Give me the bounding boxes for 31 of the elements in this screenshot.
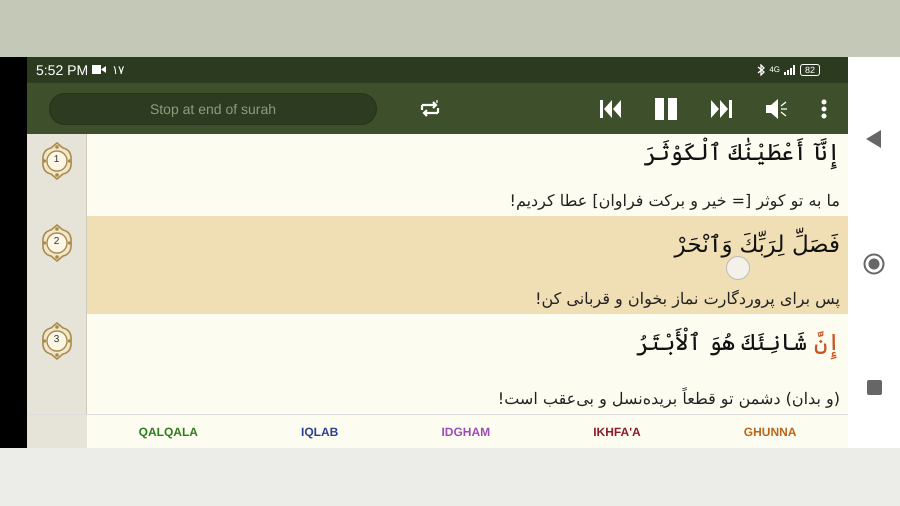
repeat-mode-button[interactable]: Stop at end of surah (49, 92, 377, 125)
notification-count: ١٧ (112, 62, 124, 77)
arabic-verse: فَصَلِّ لِرَبِّكَ وَٱنْحَرْ (95, 228, 840, 262)
tajweed-legend-label: IDGHAM (441, 424, 490, 439)
verse-translation: (و بدان) دشمن تو قطعاً بریده‌نسل و بی‌عقب است! (496, 389, 840, 408)
next-icon[interactable] (709, 98, 733, 119)
tajweed-legend-label: QALQALA (138, 424, 198, 439)
tajweed-legend-label: IQLAB (301, 424, 338, 439)
battery-level: 82 (800, 64, 820, 76)
pause-icon[interactable] (655, 98, 677, 120)
more-options-icon[interactable] (821, 98, 827, 119)
verse-number-badge: 1 (40, 142, 72, 180)
verse-translation: پس برای پروردگارت نماز بخوان و قربانی کن! (534, 289, 840, 308)
status-time: 5:52 PM (36, 62, 88, 78)
repeat-icon[interactable] (419, 98, 441, 119)
video-camera-icon (92, 65, 106, 74)
recents-icon[interactable] (866, 380, 882, 396)
tajweed-legend-label: IKHFA'A (593, 424, 641, 439)
speaker-muted-icon[interactable] (765, 98, 789, 120)
home-icon[interactable] (863, 252, 885, 275)
network-type: 4G (769, 65, 780, 74)
previous-icon[interactable] (599, 98, 623, 119)
verse-number-badge: 2 (40, 224, 72, 262)
back-icon[interactable] (866, 130, 882, 148)
verse-translation: ما به تو کوثر [= خیر و برکت فراوان] عطا کردیم! (508, 191, 840, 210)
verse-number-badge: 3 (40, 322, 72, 360)
signal-icon (784, 64, 796, 75)
bluetooth-icon (757, 64, 766, 76)
arabic-verse: إِنَّآ أَعْطَيْنَٰكَ ٱلْكَوْثَرَ (95, 136, 840, 170)
arabic-verse: إِنَّ شَانِئَكَ هُوَ ٱلْأَبْتَرُ (95, 326, 840, 360)
tajweed-legend-label: GHUNNA (744, 424, 796, 439)
